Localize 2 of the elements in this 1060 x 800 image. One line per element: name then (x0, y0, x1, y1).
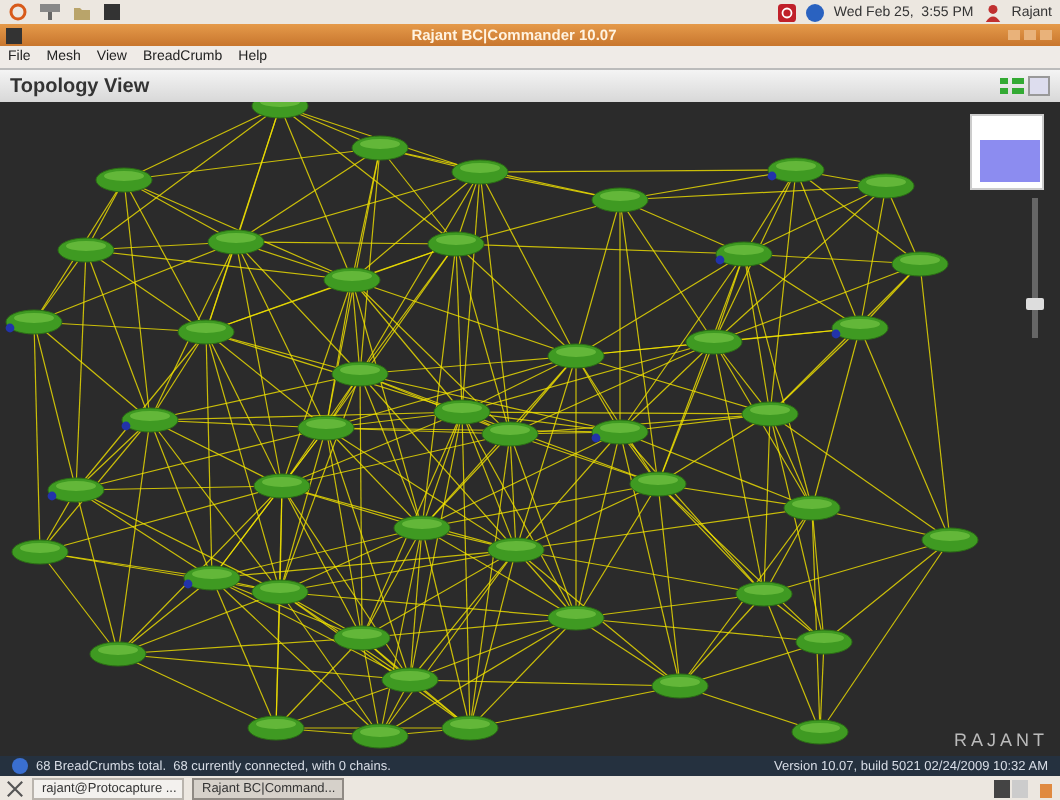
rajant-logo: RAJANT (953, 730, 1048, 750)
view-title: Topology View (10, 75, 152, 97)
